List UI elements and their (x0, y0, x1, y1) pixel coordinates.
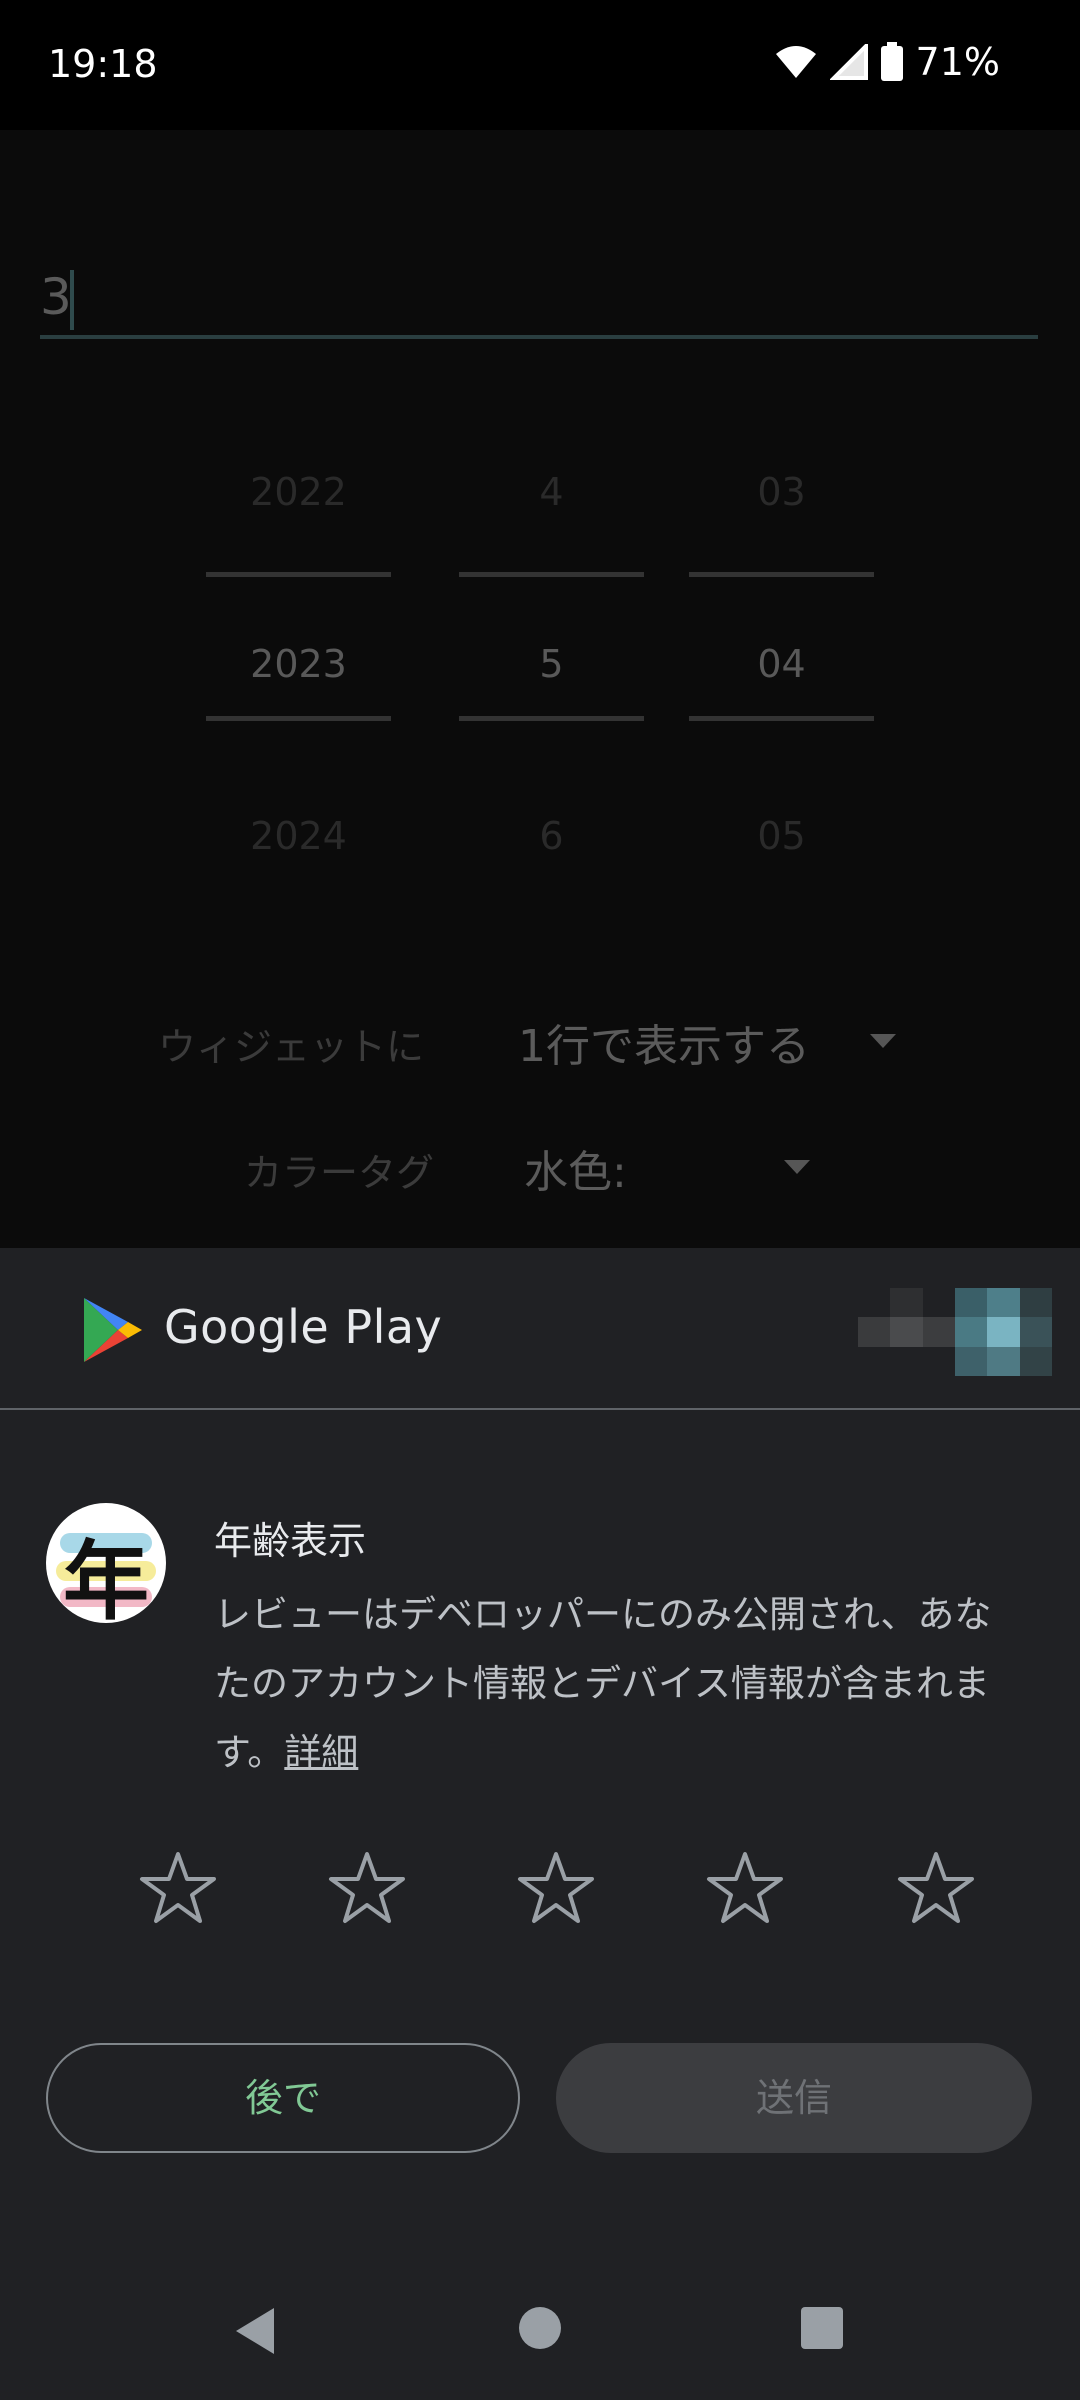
review-disclaimer: レビューはデベロッパーにのみ公開され、あなたのアカウント情報とデバイス情報が含ま… (214, 1580, 1014, 1787)
send-button[interactable]: 送信 (556, 2043, 1032, 2153)
day-prev[interactable]: 03 (689, 470, 874, 514)
star-3-icon[interactable] (516, 1848, 596, 1928)
month-next[interactable]: 6 (459, 814, 644, 858)
background-app-screen: 3 2022 2023 2024 4 5 6 03 04 05 ウィジェットに … (0, 130, 1080, 1248)
battery-percentage: 71% (915, 40, 1000, 84)
month-divider-bottom (459, 716, 644, 721)
app-icon-glyph: 年 (63, 1532, 149, 1623)
back-icon[interactable] (232, 2306, 278, 2356)
battery-icon (880, 42, 903, 81)
month-divider-top (459, 572, 644, 577)
account-avatar[interactable] (858, 1288, 1052, 1376)
text-cursor (70, 270, 74, 330)
status-icons: 71% (774, 40, 1000, 84)
year-next[interactable]: 2024 (206, 814, 391, 858)
star-2-icon[interactable] (327, 1848, 407, 1928)
recents-icon[interactable] (800, 2306, 844, 2350)
text-input-value: 3 (40, 268, 72, 326)
navigation-bar (0, 2250, 1080, 2400)
star-1-icon[interactable] (138, 1848, 218, 1928)
chevron-down-icon[interactable] (870, 1034, 896, 1048)
year-divider-top (206, 572, 391, 577)
status-time: 19:18 (48, 42, 158, 86)
google-play-header: Google Play (0, 1248, 1080, 1410)
details-link[interactable]: 詳細 (284, 1731, 358, 1774)
google-play-logo-icon (84, 1298, 142, 1362)
widget-setting-dropdown[interactable]: 1行で表示する (518, 1010, 810, 1074)
star-4-icon[interactable] (705, 1848, 785, 1928)
day-divider-top (689, 572, 874, 577)
chevron-down-icon[interactable] (784, 1160, 810, 1174)
year-current[interactable]: 2023 (206, 642, 391, 686)
year-divider-bottom (206, 716, 391, 721)
app-name: 年齢表示 (214, 1519, 367, 1563)
app-icon: 年 (46, 1503, 166, 1623)
later-button[interactable]: 後で (46, 2043, 520, 2153)
wifi-icon (775, 46, 816, 78)
month-prev[interactable]: 4 (459, 470, 644, 514)
color-tag-dropdown[interactable]: 水色: (524, 1136, 627, 1200)
year-prev[interactable]: 2022 (206, 470, 391, 514)
text-input[interactable]: 3 (40, 260, 1038, 339)
home-icon[interactable] (518, 2306, 562, 2350)
cell-signal-icon (829, 44, 868, 80)
month-current[interactable]: 5 (459, 642, 644, 686)
google-play-title: Google Play (164, 1300, 443, 1354)
day-divider-bottom (689, 716, 874, 721)
review-bottom-sheet: Google Play 年 年齢表示 レビューはデベロッパーにのみ公開され、あな… (0, 1248, 1080, 2400)
star-5-icon[interactable] (896, 1848, 976, 1928)
widget-setting-label: ウィジェットに (158, 1025, 425, 1069)
status-bar: 19:18 71% (0, 0, 1080, 130)
day-current[interactable]: 04 (689, 642, 874, 686)
day-next[interactable]: 05 (689, 814, 874, 858)
color-tag-label: カラータグ (244, 1151, 435, 1195)
